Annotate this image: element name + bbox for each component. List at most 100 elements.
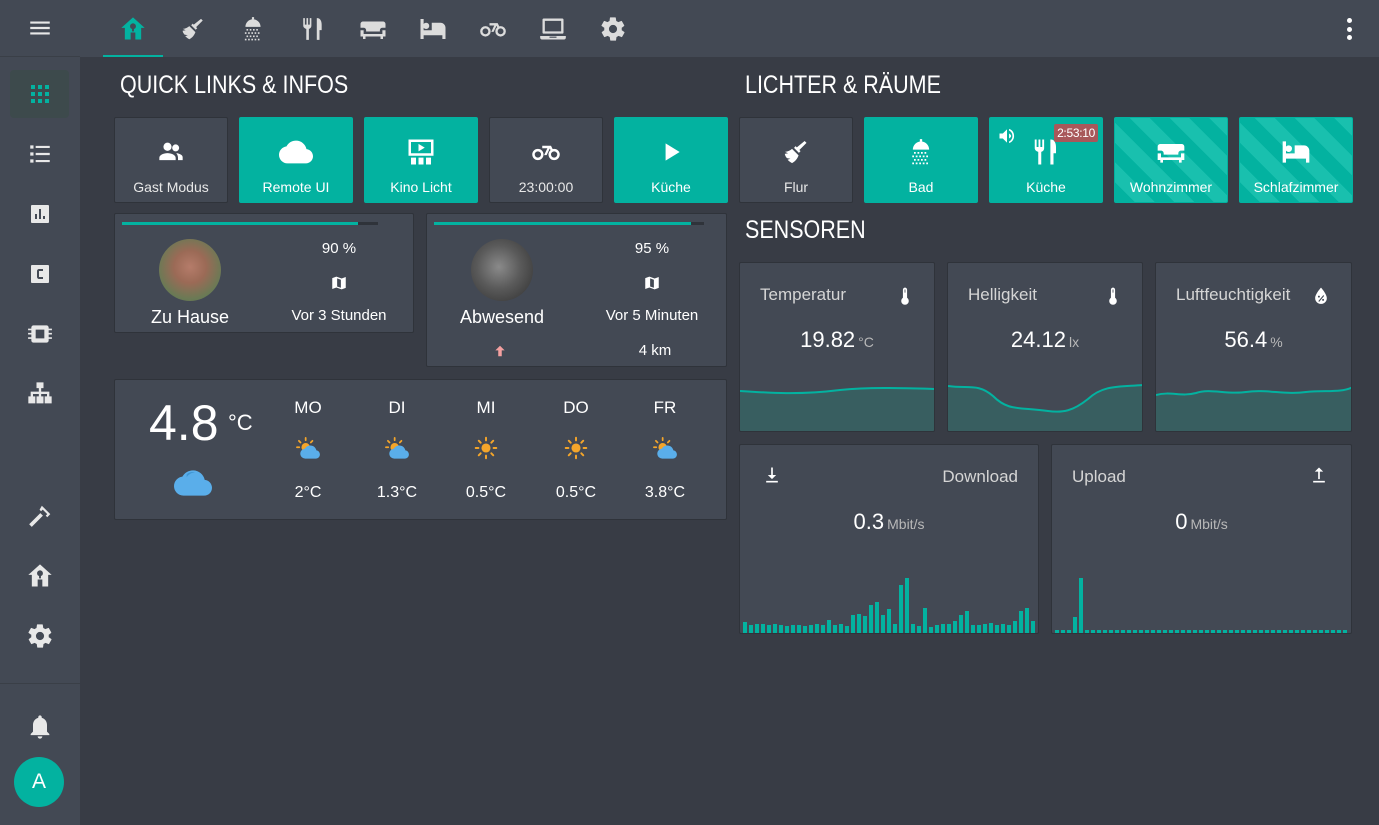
person-state: Abwesend <box>459 307 545 327</box>
sensor-card-temperature[interactable]: Temperatur 19.82 °C <box>739 262 935 432</box>
upload-bar <box>1121 630 1125 633</box>
sidebar-item-code[interactable] <box>10 250 69 298</box>
sidebar-divider <box>0 683 80 684</box>
tab-home[interactable] <box>103 0 163 57</box>
tile-room-kitchen[interactable]: 2:53:10 Küche <box>989 117 1103 203</box>
chip-icon <box>27 321 53 347</box>
broom-icon <box>782 138 810 166</box>
upload-bar <box>1343 630 1347 633</box>
user-avatar[interactable]: A <box>14 757 64 807</box>
gear-icon <box>599 15 627 43</box>
sidebar-item-settings[interactable] <box>10 612 69 660</box>
tile-cinema-light[interactable]: Kino Licht <box>364 117 478 203</box>
upload-bar <box>1289 630 1293 633</box>
upload-bar <box>1091 630 1095 633</box>
tab-bike[interactable] <box>463 0 523 57</box>
tile-kitchen-play[interactable]: Küche <box>614 117 728 203</box>
tab-hallway[interactable] <box>163 0 223 57</box>
download-card[interactable]: Download 0.3 Mbit/s <box>739 444 1039 634</box>
last-seen: Vor 5 Minuten <box>605 307 699 324</box>
sofa-icon <box>358 14 388 44</box>
upload-bar <box>1169 630 1173 633</box>
map-icon[interactable] <box>643 274 661 292</box>
tile-room-livingroom[interactable]: Wohnzimmer <box>1114 117 1228 203</box>
upload-bar <box>1295 630 1299 633</box>
view-tabs-bar <box>80 0 1379 57</box>
cloud-icon <box>174 464 212 502</box>
upload-bar <box>1187 630 1191 633</box>
download-value: 0.3 <box>853 509 885 534</box>
forecast-day: MI <box>476 398 496 417</box>
tile-room-hallway[interactable]: Flur <box>739 117 853 203</box>
upload-bar <box>1253 630 1257 633</box>
tile-bike-timer[interactable]: 23:00:00 <box>489 117 603 203</box>
upload-bar <box>1067 630 1071 633</box>
upload-bar <box>1259 630 1263 633</box>
section-title-lights: LICHTER & RÄUME <box>745 71 941 99</box>
home-tree-icon <box>119 15 147 43</box>
sensor-name: Helligkeit <box>968 285 1037 304</box>
forecast-day: FR <box>653 398 677 417</box>
upload-bar <box>1325 630 1329 633</box>
current-temperature: 4.8 <box>149 395 219 451</box>
tab-livingroom[interactable] <box>343 0 403 57</box>
speaker-icon <box>997 126 1017 146</box>
menu-button[interactable] <box>0 0 80 57</box>
list-icon <box>27 141 53 167</box>
upload-bar <box>1301 630 1305 633</box>
sidebar-item-history[interactable] <box>10 190 69 238</box>
upload-bar <box>1319 630 1323 633</box>
person-card-home[interactable]: Zu Hause 90 % Vor 3 Stunden <box>114 213 414 333</box>
sensor-card-humidity[interactable]: Luftfeuchtigkeit 56.4% <box>1155 262 1352 432</box>
sensor-name: Temperatur <box>760 285 846 304</box>
upload-bar <box>1073 617 1077 633</box>
upload-bar <box>1223 630 1227 633</box>
gear-icon <box>26 622 54 650</box>
person-card-away[interactable]: Abwesend 95 % Vor 5 Minuten 4 km <box>426 213 727 367</box>
tab-settings[interactable] <box>583 0 643 57</box>
sidebar-item-developer-tools[interactable] <box>10 492 69 540</box>
tile-label: Flur <box>783 179 809 195</box>
tab-kitchen[interactable] <box>283 0 343 57</box>
forecast-day: DO <box>563 398 589 417</box>
tile-remote-ui[interactable]: Remote UI <box>239 117 353 203</box>
tab-computer[interactable] <box>523 0 583 57</box>
sensor-card-brightness[interactable]: Helligkeit 24.12 lx <box>947 262 1143 432</box>
person-avatar <box>159 239 221 301</box>
upload-bar <box>1157 630 1161 633</box>
cloud-icon <box>279 135 313 169</box>
upload-bar <box>1163 630 1167 633</box>
sun-cloud-icon <box>383 435 411 463</box>
home-tree-icon <box>26 562 54 590</box>
sidebar-item-nodered[interactable] <box>10 370 69 418</box>
map-icon[interactable] <box>330 274 348 292</box>
tab-bathroom[interactable] <box>223 0 283 57</box>
upload-bar <box>1145 630 1149 633</box>
download-unit: Mbit/s <box>887 516 925 532</box>
upload-card[interactable]: Upload 0 Mbit/s <box>1051 444 1352 634</box>
bell-icon <box>26 713 54 741</box>
tile-room-bedroom[interactable]: Schlafzimmer <box>1239 117 1353 203</box>
tile-room-bathroom[interactable]: Bad <box>864 117 978 203</box>
tile-label: Remote UI <box>262 179 330 195</box>
upload-bar <box>1205 630 1209 633</box>
person-state: Zu Hause <box>150 307 230 327</box>
upload-bar <box>1271 630 1275 633</box>
sidebar-item-overview[interactable] <box>10 70 69 118</box>
broom-icon <box>180 16 206 42</box>
section-title-quick-links: QUICK LINKS & INFOS <box>120 71 349 99</box>
tile-guest-mode[interactable]: Gast Modus <box>114 117 228 203</box>
temperature-unit: °C <box>228 410 253 435</box>
overflow-menu-button[interactable] <box>1339 16 1359 42</box>
sidebar-item-notifications[interactable] <box>10 703 69 751</box>
sensor-value-display: 56.4% <box>1156 327 1351 353</box>
sidebar-item-supervisor[interactable] <box>10 552 69 600</box>
sidebar-item-esphome[interactable] <box>10 310 69 358</box>
sidebar-item-logbook[interactable] <box>10 130 69 178</box>
tab-bedroom[interactable] <box>403 0 463 57</box>
battery-progress <box>434 222 704 225</box>
sensor-name: Luftfeuchtigkeit <box>1176 285 1291 304</box>
shower-icon <box>240 16 266 42</box>
weather-card[interactable]: 4.8 °C MO 2°C DI 1.3°C MI 0.5°C DO 0.5°C… <box>114 379 727 520</box>
sensor-value: 24.12 <box>1010 327 1066 352</box>
